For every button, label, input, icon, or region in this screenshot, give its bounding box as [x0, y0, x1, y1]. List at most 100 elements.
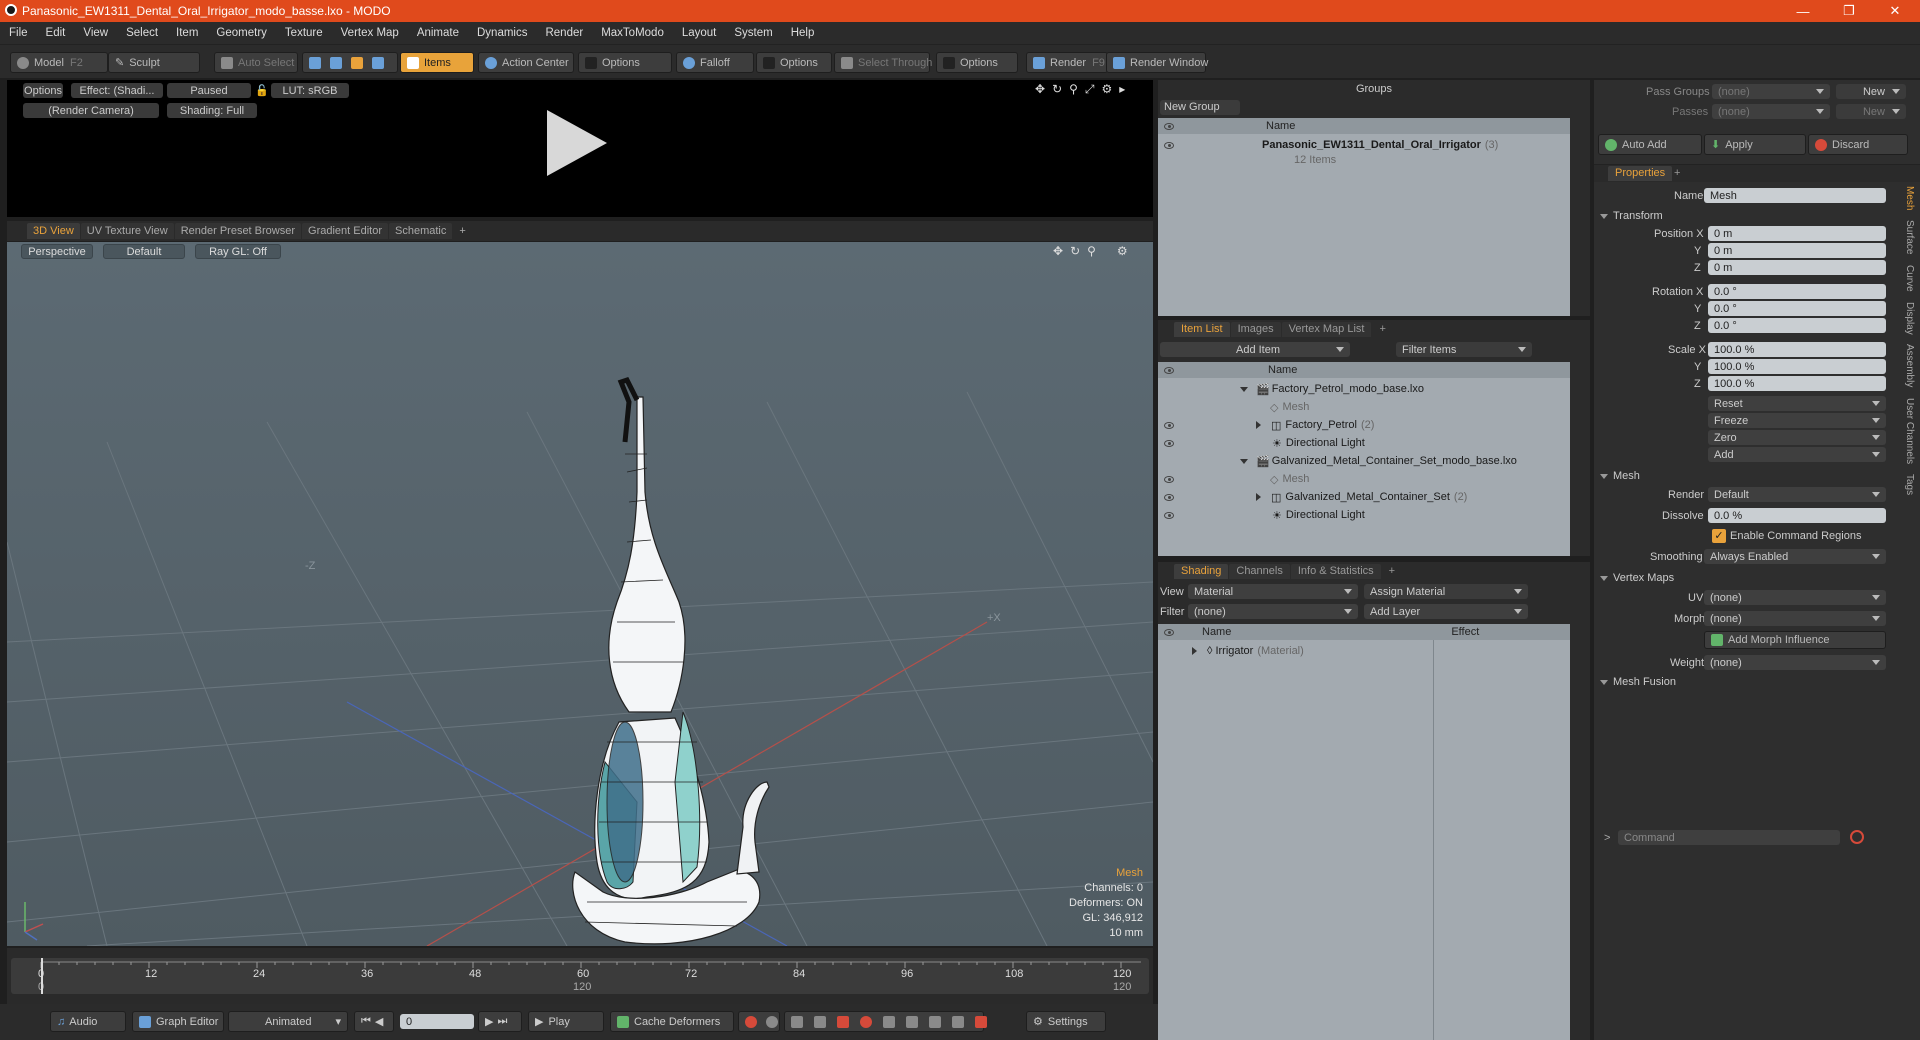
tab-shading[interactable]: Shading	[1174, 563, 1229, 579]
add-tab-button[interactable]: +	[453, 223, 471, 239]
material-row[interactable]: ◊ Irrigator (Material)	[1158, 642, 1570, 660]
zoom-icon[interactable]: ⚲	[1069, 82, 1078, 97]
paused-button[interactable]: Paused	[167, 83, 251, 98]
assign-material-button[interactable]: Assign Material	[1364, 584, 1528, 599]
visibility-column-icon[interactable]	[1164, 628, 1174, 636]
side-tab-surface[interactable]: Surface	[1904, 220, 1915, 254]
menu-dynamics[interactable]: Dynamics	[468, 27, 536, 39]
timeline-ruler[interactable]: 0 12 24 36 48 60 72 84 96 108 120 0 120 …	[11, 958, 1149, 994]
close-icon[interactable]: ✕	[1872, 0, 1918, 22]
tab-3d-view[interactable]: 3D View	[27, 223, 80, 239]
new-pass-button[interactable]: New	[1836, 104, 1906, 119]
side-tab-assembly[interactable]: Assembly	[1904, 344, 1915, 387]
view-dropdown[interactable]: Material	[1188, 584, 1358, 599]
perspective-dropdown[interactable]: Perspective	[21, 244, 93, 259]
expand-icon[interactable]	[1240, 386, 1248, 392]
mesh-fusion-section[interactable]: Mesh Fusion	[1600, 676, 1676, 688]
uv-dropdown[interactable]: (none)	[1704, 590, 1886, 605]
menu-vertex-map[interactable]: Vertex Map	[332, 27, 408, 39]
play-render-icon[interactable]	[547, 110, 607, 176]
audio-button[interactable]: ♫ Audio	[50, 1011, 126, 1032]
shading-dropdown[interactable]: Shading: Full	[167, 103, 257, 118]
materials-icon[interactable]	[372, 56, 384, 69]
effect-dropdown[interactable]: Effect: (Shadi...	[71, 83, 163, 98]
scale-y-field[interactable]: 100.0 %	[1708, 359, 1886, 374]
command-input[interactable]: Command	[1618, 830, 1840, 845]
delete-key-icon[interactable]	[883, 1015, 895, 1028]
items-mode-button[interactable]: Items	[400, 52, 474, 73]
rotation-y-field[interactable]: 0.0 °	[1708, 301, 1886, 316]
tab-schematic[interactable]: Schematic	[389, 223, 453, 239]
filter-items-field[interactable]: Filter Items	[1396, 342, 1532, 357]
orbit-icon[interactable]: ↻	[1070, 244, 1080, 258]
render-dropdown[interactable]: Default	[1708, 487, 1886, 502]
add-tab-button[interactable]: +	[1674, 167, 1680, 179]
key-icon[interactable]	[745, 1015, 757, 1028]
vertices-icon[interactable]	[309, 56, 321, 69]
filter-dropdown[interactable]: (none)	[1188, 604, 1358, 619]
zero-dropdown[interactable]: Zero	[1708, 430, 1886, 445]
item-row[interactable]: ◇ Mesh	[1158, 398, 1570, 416]
position-z-field[interactable]: 0 m	[1708, 260, 1886, 275]
effect-column-header[interactable]: Effect	[1451, 626, 1479, 638]
menu-file[interactable]: File	[0, 27, 37, 39]
visibility-eye-icon[interactable]	[1164, 141, 1174, 149]
last-frame-icon[interactable]: ⏭	[497, 1015, 507, 1028]
mesh-section[interactable]: Mesh	[1600, 470, 1640, 482]
auto-select-button[interactable]: Auto Select	[214, 52, 298, 73]
new-group-button[interactable]: New Group	[1160, 100, 1240, 115]
position-x-field[interactable]: 0 m	[1708, 226, 1886, 241]
name-column-header[interactable]: Name	[1266, 120, 1295, 132]
visibility-column-icon[interactable]	[1164, 122, 1174, 130]
pan-icon[interactable]: ✥	[1053, 244, 1063, 258]
dissolve-field[interactable]: 0.0 %	[1708, 508, 1886, 523]
pass-groups-dropdown[interactable]: (none)	[1712, 84, 1830, 99]
tab-vertex-map-list[interactable]: Vertex Map List	[1281, 321, 1372, 337]
add-morph-influence-button[interactable]: Add Morph Influence	[1704, 631, 1886, 649]
falloff-button[interactable]: Falloff	[676, 52, 754, 73]
visibility-eye-icon[interactable]	[1164, 475, 1174, 483]
rotation-z-field[interactable]: 0.0 °	[1708, 318, 1886, 333]
menu-edit[interactable]: Edit	[37, 27, 75, 39]
action-center-button[interactable]: Action Center	[478, 52, 574, 73]
discard-button[interactable]: Discard	[1808, 134, 1908, 155]
tab-channels[interactable]: Channels	[1229, 563, 1290, 579]
item-row[interactable]: ◫ Galvanized_Metal_Container_Set (2)	[1158, 488, 1570, 506]
3d-viewport[interactable]: Perspective Default Ray GL: Off ✥ ↻ ⚲ ⚙ -Z …	[7, 242, 1153, 946]
add-tab-button[interactable]: +	[1382, 564, 1402, 579]
scene-row[interactable]: 🎬 Factory_Petrol_modo_base.lxo	[1158, 380, 1570, 398]
reset-dropdown[interactable]: Reset	[1708, 396, 1886, 411]
move-icon[interactable]: ✥	[1035, 82, 1045, 97]
expand-icon[interactable]	[1192, 647, 1197, 655]
prev-keyframe-icon[interactable]	[791, 1015, 803, 1028]
polygons-icon[interactable]	[351, 56, 363, 69]
menu-select[interactable]: Select	[117, 27, 167, 39]
tab-gradient-editor[interactable]: Gradient Editor	[302, 223, 388, 239]
visibility-column-icon[interactable]	[1164, 366, 1174, 374]
tab-images[interactable]: Images	[1230, 321, 1281, 337]
visibility-eye-icon[interactable]	[1164, 493, 1174, 501]
menu-render[interactable]: Render	[536, 27, 592, 39]
side-tab-user-channels[interactable]: User Channels	[1904, 398, 1915, 464]
side-tab-curve[interactable]: Curve	[1904, 265, 1915, 292]
falloff-options-button[interactable]: Options	[756, 52, 832, 73]
add-tab-button[interactable]: +	[1372, 322, 1392, 337]
select-through-options-button[interactable]: Options	[936, 52, 1018, 73]
maximize-icon[interactable]: ⤢	[1085, 82, 1095, 97]
expand-icon[interactable]	[1240, 458, 1248, 464]
record-icon[interactable]	[860, 1015, 872, 1028]
menu-texture[interactable]: Texture	[276, 27, 332, 39]
tab-item-list[interactable]: Item List	[1174, 321, 1230, 337]
sculpt-mode-button[interactable]: ✎ Sculpt	[108, 52, 200, 73]
preview-options-button[interactable]: Options	[23, 83, 63, 98]
render-button[interactable]: Render F9	[1026, 52, 1108, 73]
transform-section[interactable]: Transform	[1600, 210, 1663, 222]
vertex-maps-section[interactable]: Vertex Maps	[1600, 572, 1674, 584]
scene-row[interactable]: 🎬 Galvanized_Metal_Container_Set_modo_bas…	[1158, 452, 1570, 470]
visibility-eye-icon[interactable]	[1164, 439, 1174, 447]
item-row[interactable]: ◫ Factory_Petrol (2)	[1158, 416, 1570, 434]
tab-render-preset-browser[interactable]: Render Preset Browser	[174, 223, 302, 239]
stop-icon[interactable]	[1850, 830, 1864, 844]
expand-icon[interactable]	[1256, 421, 1261, 429]
group-row[interactable]: Panasonic_EW1311_Dental_Oral_Irrigator (…	[1158, 136, 1570, 154]
